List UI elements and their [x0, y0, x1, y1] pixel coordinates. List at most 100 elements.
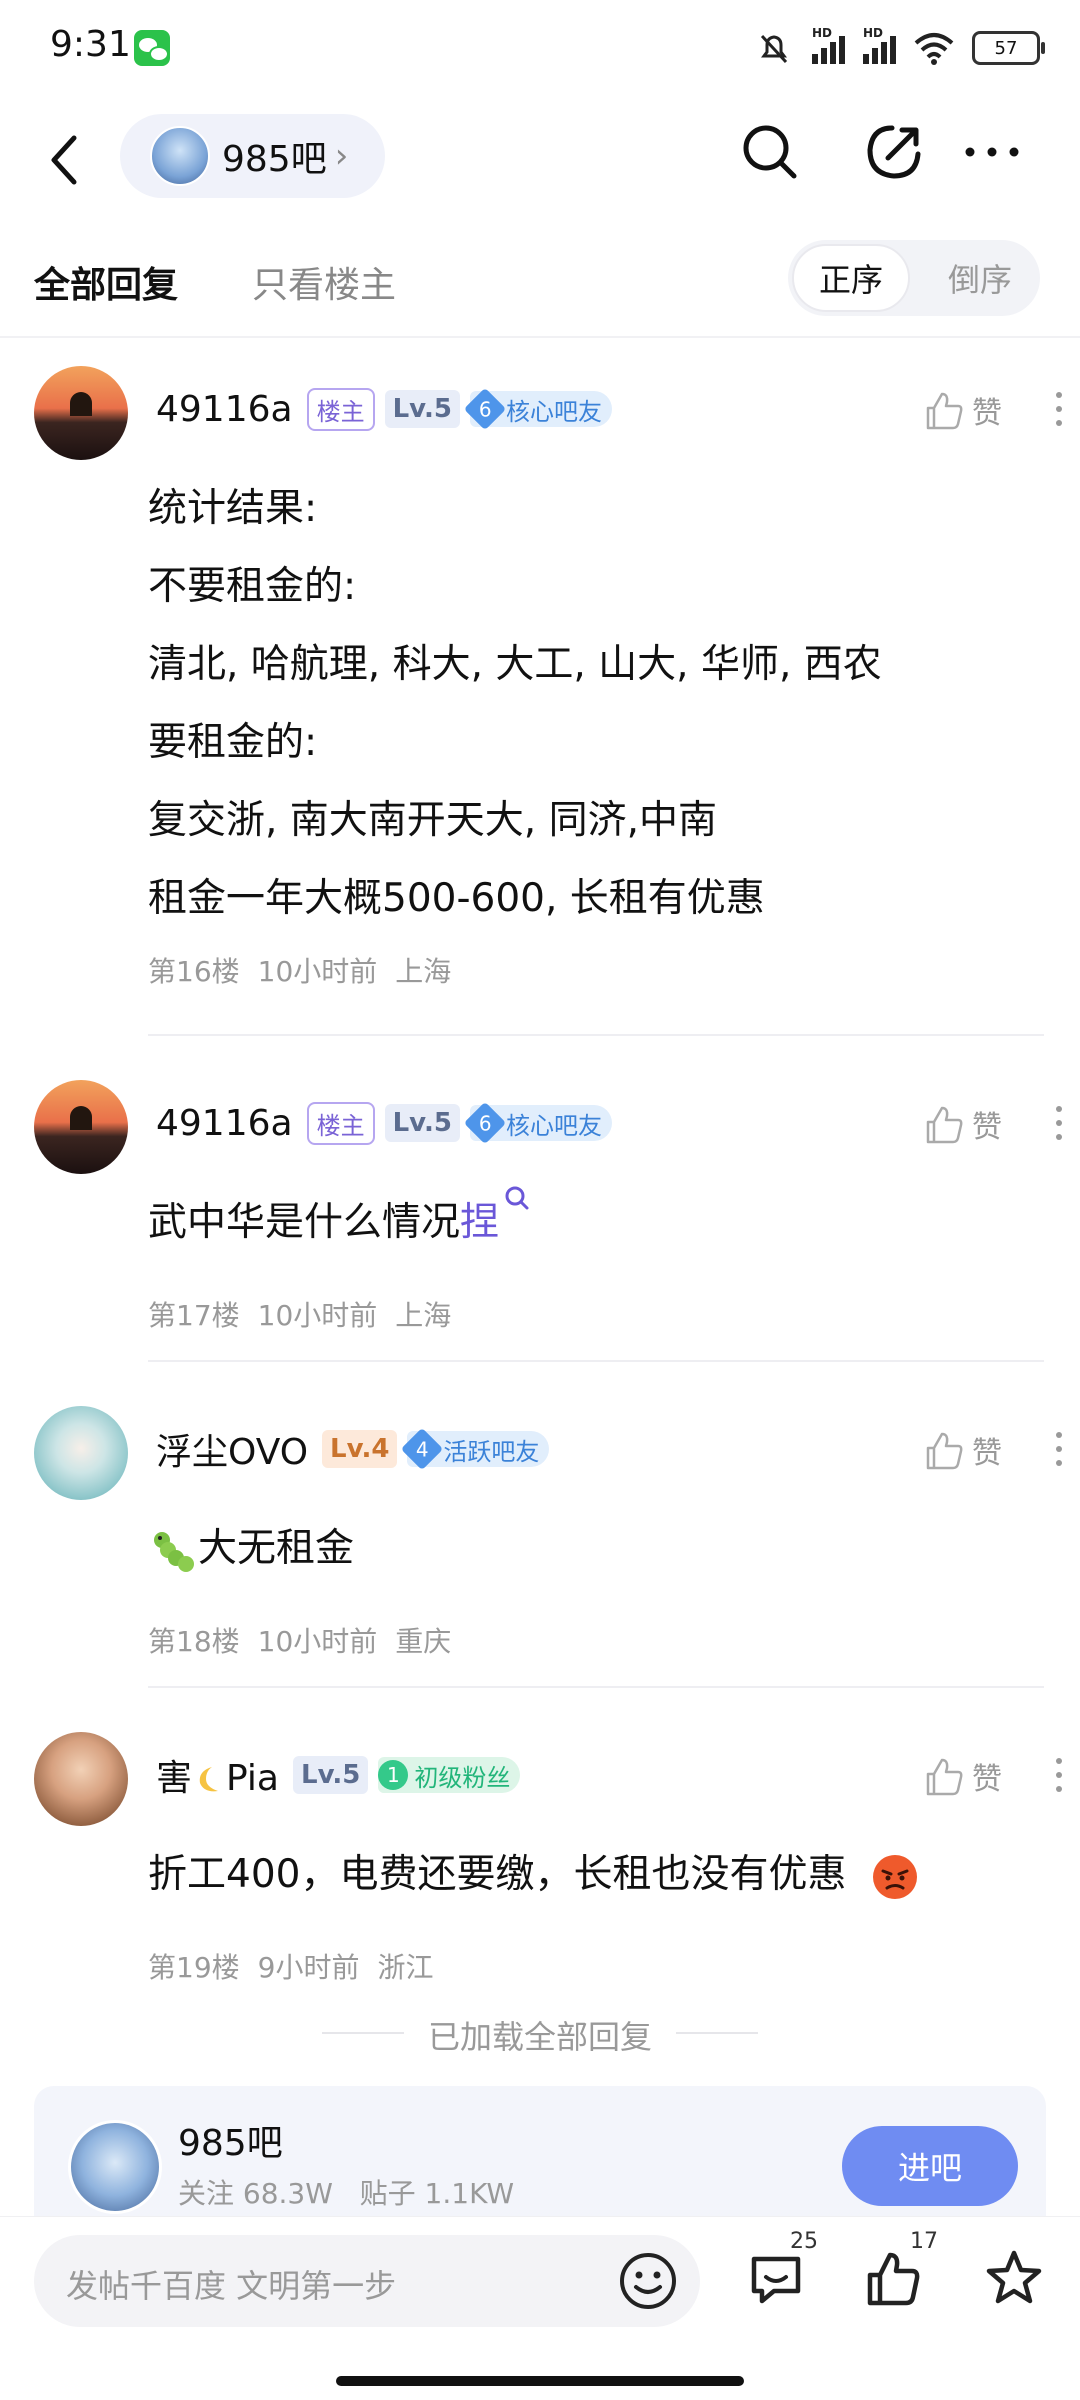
- search-icon[interactable]: [738, 120, 802, 184]
- tab-op-only[interactable]: 只看楼主: [252, 256, 396, 308]
- star-icon[interactable]: [982, 2247, 1046, 2311]
- post-time: 10小时前: [257, 1625, 378, 1658]
- floor-number: 第17楼: [148, 1299, 240, 1332]
- avatar[interactable]: [34, 1406, 128, 1500]
- level-badge: Lv.5: [293, 1756, 369, 1794]
- like-button[interactable]: 赞: [922, 388, 1002, 432]
- thumbs-up-icon: [926, 1106, 963, 1144]
- post-time: 10小时前: [257, 955, 378, 988]
- like-button[interactable]: 赞: [922, 1428, 1002, 1472]
- post-location: 上海: [395, 1299, 452, 1332]
- reply-info: 第19楼 9小时前 浙江: [148, 1946, 433, 1986]
- user-meta: 49116a 楼主 Lv.5 6 核心吧友: [156, 384, 612, 434]
- forum-card-name: 985吧: [178, 2123, 283, 2164]
- sort-toggle: 正序 倒序: [788, 240, 1040, 316]
- tab-all-replies[interactable]: 全部回复: [34, 256, 178, 308]
- more-options-icon[interactable]: [1056, 1106, 1064, 1146]
- divider: [148, 1686, 1044, 1688]
- keyword-link[interactable]: 捏: [460, 1200, 499, 1245]
- forum-avatar: [150, 126, 210, 186]
- reply-content: 大无租金: [148, 1510, 354, 1588]
- search-icon[interactable]: [503, 1184, 531, 1212]
- reply-tabs: 全部回复 只看楼主 正序 倒序: [0, 240, 1080, 336]
- emoji-icon[interactable]: [618, 2251, 678, 2311]
- post-time: 10小时前: [257, 1299, 378, 1332]
- fan-level-icon: 4: [401, 1427, 444, 1471]
- level-badge: Lv.5: [384, 1104, 460, 1142]
- sort-descending-button[interactable]: 倒序: [920, 244, 1040, 312]
- fan-level-icon: 1: [378, 1760, 409, 1790]
- fan-level-icon: 6: [463, 387, 507, 431]
- floor-number: 第18楼: [148, 1625, 240, 1658]
- reply-composer[interactable]: 发帖千百度 文明第一步: [34, 2235, 700, 2327]
- avatar[interactable]: [34, 366, 128, 460]
- user-meta: 浮尘OVO Lv.4 4 活跃吧友: [156, 1423, 550, 1475]
- more-options-icon[interactable]: [960, 120, 1024, 184]
- divider: [148, 1360, 1044, 1362]
- status-icons: HD HD 57: [754, 24, 1045, 72]
- forum-card-stats: 关注 68.3W 贴子 1.1KW: [178, 2177, 515, 2210]
- user-meta: 害 Pia Lv.5 1 初级粉丝: [156, 1749, 521, 1801]
- reply-content: 折工400，电费还要缴，长租也没有优惠: [148, 1836, 919, 1914]
- more-options-icon[interactable]: [1056, 1432, 1064, 1472]
- chevron-right-icon: ›: [334, 136, 349, 176]
- avatar[interactable]: [34, 1080, 128, 1174]
- thumbs-up-icon: [926, 1758, 963, 1796]
- caterpillar-emoji-icon: [154, 1531, 194, 1572]
- like-button[interactable]: 赞: [922, 1102, 1002, 1146]
- forum-pill[interactable]: 985吧 ›: [120, 114, 385, 198]
- signal-icon: HD: [812, 26, 845, 64]
- fan-badge: 6 核心吧友: [463, 387, 612, 431]
- wechat-notification-icon: [134, 30, 170, 66]
- post-time: 9小时前: [257, 1951, 360, 1984]
- thumbs-up-icon: [926, 392, 963, 430]
- reply-info: 第18楼 10小时前 重庆: [148, 1620, 451, 1660]
- forum-name: 985吧: [222, 139, 327, 180]
- all-replies-loaded: 已加载全部回复: [0, 2012, 1080, 2058]
- comment-icon[interactable]: [744, 2247, 808, 2311]
- thumbs-up-icon[interactable]: [862, 2247, 926, 2311]
- angry-face-emoji-icon: [872, 1854, 917, 1899]
- fan-badge: 1 初级粉丝: [378, 1757, 521, 1793]
- composer-placeholder: 发帖千百度 文明第一步: [66, 2267, 397, 2305]
- battery-indicator: 57: [972, 31, 1045, 65]
- status-time: 9:31: [50, 24, 131, 65]
- like-button[interactable]: 赞: [922, 1754, 1002, 1798]
- mute-bell-icon: [760, 34, 788, 64]
- reply-info: 第17楼 10小时前 上海: [148, 1294, 451, 1334]
- level-badge: Lv.5: [384, 390, 460, 428]
- enter-forum-button[interactable]: 进吧: [842, 2126, 1018, 2206]
- username[interactable]: 49116a: [156, 1103, 293, 1144]
- forum-card[interactable]: 985吧 关注 68.3W 贴子 1.1KW 进吧: [34, 2086, 1046, 2216]
- post-location: 浙江: [377, 1951, 434, 1984]
- username[interactable]: 浮尘OVO: [156, 1423, 308, 1475]
- post-location: 重庆: [395, 1625, 452, 1658]
- home-indicator[interactable]: [336, 2376, 744, 2386]
- username[interactable]: 害 Pia: [156, 1749, 279, 1801]
- sort-ascending-button[interactable]: 正序: [792, 244, 910, 312]
- divider: [0, 336, 1080, 338]
- user-meta: 49116a 楼主 Lv.5 6 核心吧友: [156, 1098, 612, 1148]
- like-count: 17: [910, 2229, 938, 2254]
- level-badge: Lv.4: [322, 1430, 398, 1468]
- more-options-icon[interactable]: [1056, 1758, 1064, 1798]
- fan-level-icon: 6: [463, 1101, 507, 1145]
- share-icon[interactable]: [862, 120, 926, 184]
- comment-count: 25: [790, 2229, 818, 2254]
- floor-number: 第16楼: [148, 955, 240, 988]
- forum-avatar: [68, 2120, 162, 2214]
- status-bar: 9:31 HD HD 57: [0, 0, 1080, 100]
- signal-icon-2: HD: [863, 26, 896, 64]
- reply-content: 统计结果: 不要租金的: 清北, 哈航理, 科大, 大工, 山大, 华师, 西农…: [148, 486, 882, 921]
- op-badge: 楼主: [306, 387, 375, 431]
- more-options-icon[interactable]: [1056, 392, 1064, 432]
- op-badge: 楼主: [306, 1101, 375, 1145]
- reply-info: 第16楼 10小时前 上海: [148, 950, 451, 990]
- avatar[interactable]: [34, 1732, 128, 1826]
- username[interactable]: 49116a: [156, 389, 293, 430]
- bottom-toolbar: 发帖千百度 文明第一步 25 17: [0, 2216, 1080, 2357]
- reply-content: 武中华是什么情况捏: [148, 1184, 531, 1262]
- thumbs-up-icon: [926, 1432, 963, 1470]
- back-arrow-icon[interactable]: [44, 130, 84, 190]
- top-nav: 985吧 ›: [0, 110, 1080, 210]
